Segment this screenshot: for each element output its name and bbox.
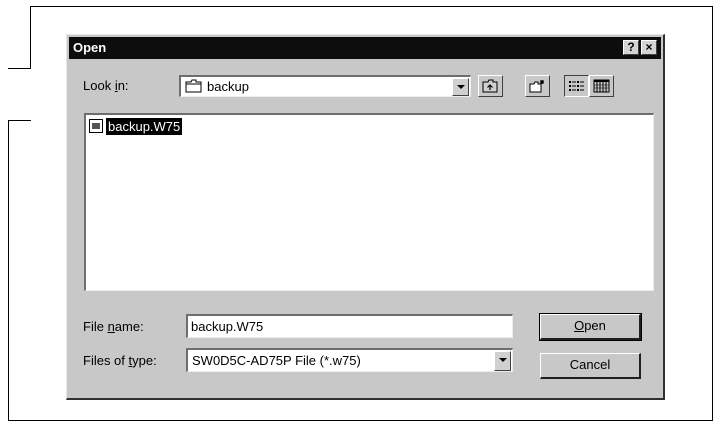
frame-line	[8, 120, 31, 121]
frame-line	[712, 6, 713, 421]
file-type-dropdown[interactable]: SW0D5C-AD75P File (*.w75)	[186, 348, 513, 372]
list-view-button[interactable]	[564, 75, 589, 97]
frame-line	[8, 68, 31, 69]
file-list[interactable]: backup.W75	[84, 113, 654, 291]
create-new-folder-button[interactable]	[525, 75, 550, 97]
folder-icon	[185, 79, 203, 98]
look-in-value: backup	[207, 79, 249, 94]
file-item-name: backup.W75	[106, 118, 183, 135]
file-name-input[interactable]	[186, 314, 513, 338]
list-view-icon	[568, 79, 585, 98]
look-in-dropdown-arrow[interactable]	[452, 78, 469, 96]
open-dialog: Open ? × Look in: backup backup.W75 File…	[66, 34, 665, 400]
help-button[interactable]: ?	[623, 40, 639, 55]
file-name-label: File name:	[83, 319, 144, 334]
frame-line	[8, 120, 9, 421]
up-one-level-button[interactable]	[478, 75, 503, 97]
details-view-icon	[593, 79, 610, 98]
frame-line	[8, 420, 713, 421]
frame-line	[30, 6, 713, 7]
new-folder-icon	[529, 79, 546, 98]
file-type-dropdown-arrow[interactable]	[494, 351, 511, 371]
details-view-button[interactable]	[589, 75, 614, 97]
file-icon	[89, 119, 103, 133]
close-button[interactable]: ×	[641, 40, 657, 55]
up-folder-icon	[482, 79, 499, 98]
look-in-dropdown[interactable]: backup	[179, 75, 471, 97]
title-bar[interactable]: Open ? ×	[69, 37, 661, 59]
frame-line	[30, 6, 31, 68]
cancel-button[interactable]: Cancel	[540, 353, 641, 379]
dialog-title: Open	[73, 40, 107, 55]
open-button[interactable]: Open	[539, 313, 642, 341]
look-in-label: Look in:	[83, 78, 129, 93]
file-type-label: Files of type:	[83, 353, 157, 368]
file-type-value: SW0D5C-AD75P File (*.w75)	[192, 353, 361, 368]
